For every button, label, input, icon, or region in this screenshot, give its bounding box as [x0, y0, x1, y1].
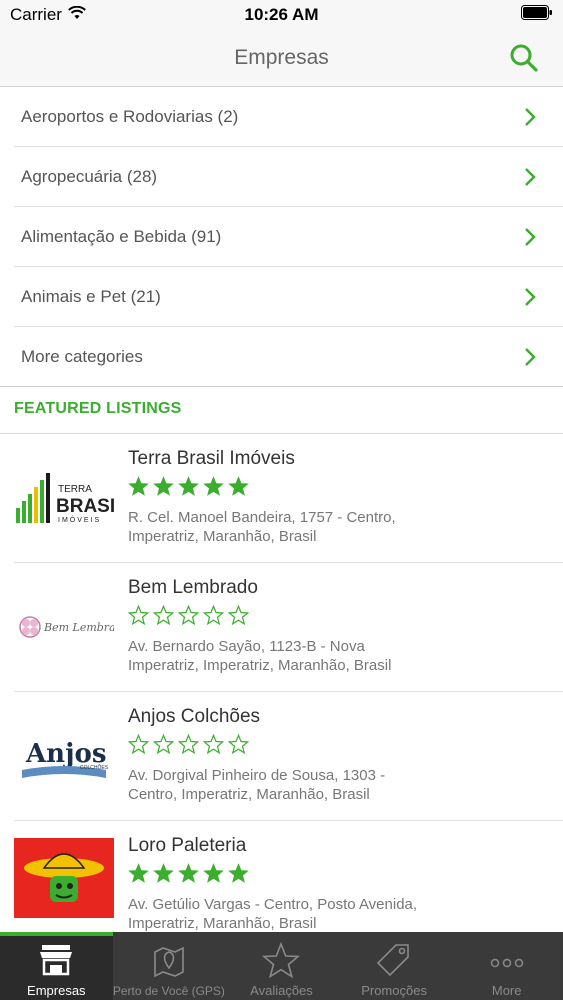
star-empty-icon [178, 605, 199, 626]
listing-address: Av. Getúlio Vargas - Centro, Posto Aveni… [128, 896, 418, 932]
category-label: More categories [21, 346, 143, 366]
listing-info: Loro Paleteria Av. Getúlio Vargas - Cent… [114, 821, 563, 932]
tag-icon [376, 944, 409, 977]
category-item[interactable]: Animais e Pet (21) [14, 267, 563, 327]
svg-text:BRASIL: BRASIL [56, 496, 114, 517]
terra-brasil-logo: TERRA BRASIL IMÓVEIS [16, 473, 114, 524]
star-filled-icon [128, 476, 149, 496]
svg-text:IMÓVEIS: IMÓVEIS [58, 515, 101, 524]
listing-logo: TERRA BRASIL IMÓVEIS [14, 448, 114, 548]
page-title: Empresas [234, 46, 329, 69]
chevron-right-icon [525, 107, 536, 126]
category-label: Alimentação e Bebida (91) [21, 226, 222, 246]
svg-text:COLCHÕES: COLCHÕES [80, 764, 109, 771]
listing-address: Av. Dorgival Pinheiro de Sousa, 1303 - C… [128, 767, 386, 803]
carrier-group: Carrier [10, 5, 86, 25]
tab-more[interactable]: More [450, 932, 563, 1000]
listing-logo [14, 835, 114, 921]
anjos-logo: Anjos COLCHÕES [22, 739, 109, 778]
star-filled-icon [228, 476, 249, 496]
star-filled-icon [203, 476, 224, 496]
rating-stars [128, 476, 563, 498]
star-empty-icon [228, 605, 249, 626]
more-categories-item[interactable]: More categories [0, 327, 563, 387]
listing-item[interactable]: Bem Lembrado Bem Lembrado Av. Bernardo S… [14, 563, 563, 692]
listing-item[interactable]: Loro Paleteria Av. Getúlio Vargas - Cent… [14, 821, 563, 932]
tab-avaliacoes[interactable]: Avaliações [225, 932, 338, 1000]
svg-text:Bem Lembrado: Bem Lembrado [43, 621, 114, 634]
category-item[interactable]: Agropecuária (28) [14, 147, 563, 207]
tab-promocoes[interactable]: Promoções [338, 932, 451, 1000]
carrier-label: Carrier [10, 5, 62, 24]
star-empty-icon [228, 734, 249, 755]
category-item[interactable]: Alimentação e Bebida (91) [14, 207, 563, 267]
battery-icon [521, 5, 553, 25]
star-empty-icon [203, 605, 224, 626]
tab-label: More [491, 983, 522, 998]
listing-address: R. Cel. Manoel Bandeira, 1757 - Centro, … [128, 509, 396, 545]
listing-info: Terra Brasil Imóveis R. Cel. Manoel Band… [114, 434, 563, 562]
listing-name: Loro Paleteria [128, 835, 247, 856]
listing-logo: Anjos COLCHÕES [14, 706, 114, 806]
star-empty-icon [153, 734, 174, 755]
listing-name: Terra Brasil Imóveis [128, 448, 295, 469]
more-dots-icon [490, 958, 523, 968]
category-item[interactable]: Aeroportos e Rodoviarias (2) [14, 87, 563, 147]
search-button[interactable] [509, 43, 539, 73]
listing-item[interactable]: TERRA BRASIL IMÓVEIS Terra Brasil Imóvei… [14, 434, 563, 563]
star-empty-icon [128, 605, 149, 626]
star-filled-icon [203, 863, 224, 883]
featured-heading: FEATURED LISTINGS [14, 400, 182, 417]
category-list: Aeroportos e Rodoviarias (2) Agropecuári… [0, 87, 563, 387]
listing-info: Bem Lembrado Av. Bernardo Sayão, 1123-B … [114, 563, 563, 691]
chevron-right-icon [525, 347, 536, 366]
listing-name: Anjos Colchões [128, 706, 261, 727]
category-label: Agropecuária (28) [21, 166, 158, 186]
rating-stars [128, 863, 563, 885]
tab-empresas[interactable]: Empresas [0, 932, 113, 1000]
search-icon [510, 44, 538, 72]
tab-perto-de-voce[interactable]: Perto de Você (GPS) [113, 932, 226, 1000]
status-bar: Carrier 10:26 AM [0, 0, 563, 30]
category-label: Aeroportos e Rodoviarias (2) [21, 106, 239, 126]
listing-info: Anjos Colchões Av. Dorgival Pinheiro de … [114, 692, 563, 820]
star-empty-icon [178, 734, 199, 755]
map-pin-icon [154, 946, 184, 978]
chevron-right-icon [525, 167, 536, 186]
star-filled-icon [178, 476, 199, 496]
tab-label: Avaliações [250, 983, 313, 998]
star-filled-icon [153, 863, 174, 883]
chevron-right-icon [525, 227, 536, 246]
bem-lembrado-logo: Bem Lembrado [19, 616, 114, 638]
rating-stars [128, 605, 563, 627]
chevron-right-icon [525, 287, 536, 306]
category-label: Animais e Pet (21) [21, 286, 161, 306]
tab-bar: Empresas Perto de Você (GPS) Avaliações … [0, 932, 563, 1000]
loro-paleteria-logo [14, 838, 114, 918]
star-filled-icon [153, 476, 174, 496]
featured-list: TERRA BRASIL IMÓVEIS Terra Brasil Imóvei… [0, 434, 563, 932]
tab-label: Perto de Você (GPS) [112, 984, 225, 998]
store-icon [40, 945, 73, 976]
listing-name: Bem Lembrado [128, 577, 258, 598]
star-empty-icon [203, 734, 224, 755]
nav-bar: Empresas [0, 30, 563, 87]
wifi-icon [68, 5, 86, 25]
listing-address: Av. Bernardo Sayão, 1123-B - Nova Impera… [128, 638, 392, 674]
star-empty-icon [128, 734, 149, 755]
star-filled-icon [128, 863, 149, 883]
listing-logo: Bem Lembrado [14, 577, 114, 677]
star-filled-icon [178, 863, 199, 883]
tab-label: Empresas [27, 983, 86, 998]
listing-item[interactable]: Anjos COLCHÕES Anjos Colchões Av. Dorgiv… [14, 692, 563, 821]
logo-text: TERRA [58, 484, 92, 495]
star-filled-icon [228, 863, 249, 883]
rating-stars [128, 734, 563, 756]
star-icon [262, 941, 301, 979]
star-empty-icon [153, 605, 174, 626]
tab-label: Promoções [361, 983, 427, 998]
